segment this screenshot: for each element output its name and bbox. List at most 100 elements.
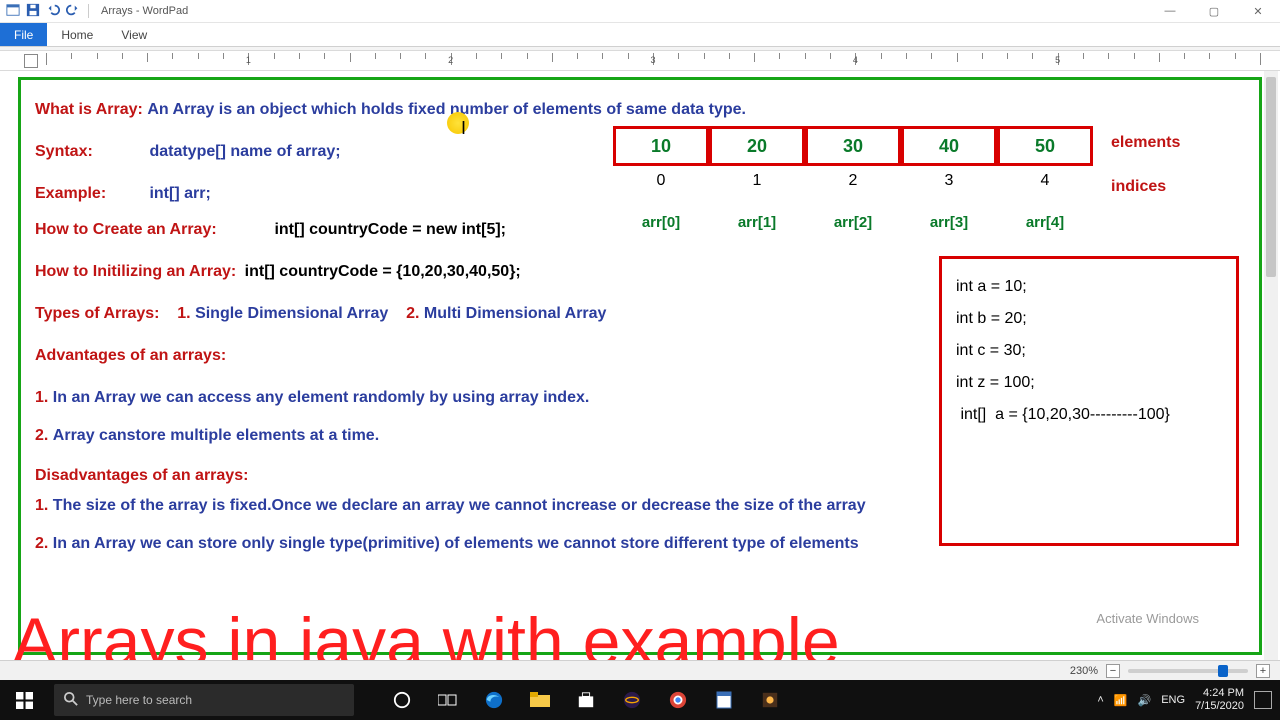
label-what-is-array: What is Array: [35, 101, 143, 118]
tab-home[interactable]: Home [47, 23, 107, 46]
label-create-array: How to Create an Array: [35, 218, 270, 242]
tray-clock[interactable]: 4:24 PM 7/15/2020 [1195, 687, 1244, 712]
label-example: Example: [35, 182, 145, 206]
zoom-out-button[interactable]: − [1106, 664, 1120, 678]
cortana-icon[interactable] [380, 680, 424, 720]
types-1-num: 1. [177, 305, 190, 322]
dis-2-num: 2. [35, 535, 48, 552]
undo-icon[interactable] [46, 3, 60, 20]
wordpad-app-icon [6, 3, 20, 20]
file-explorer-icon[interactable] [518, 680, 562, 720]
array-refs-row: arr[0] arr[1] arr[2] arr[3] arr[4] [613, 190, 1233, 231]
tray-time: 4:24 PM [1195, 687, 1244, 700]
array-ref: arr[0] [613, 214, 709, 231]
array-index: 4 [997, 172, 1093, 190]
label-init-array: How to Initilizing an Array: [35, 263, 236, 280]
zoom-in-button[interactable]: + [1256, 664, 1270, 678]
adv-2-num: 2. [35, 427, 48, 444]
array-ref: arr[2] [805, 214, 901, 231]
text-cursor-icon: I [461, 118, 466, 139]
label-types: Types of Arrays: [35, 305, 159, 322]
array-ref: arr[4] [997, 214, 1093, 231]
label-syntax: Syntax: [35, 140, 145, 164]
document-viewport: I What is Array: An Array is an object w… [0, 71, 1280, 661]
text-create-array: int[] countryCode = new int[5]; [274, 221, 506, 238]
array-index: 2 [805, 172, 901, 190]
array-index: 1 [709, 172, 805, 190]
text-example: int[] arr; [149, 185, 210, 202]
adv-2-text: Array canstore multiple elements at a ti… [53, 427, 379, 444]
code-line: int c = 30; [956, 335, 1222, 367]
adv-1-text: In an Array we can access any element ra… [53, 389, 590, 406]
title-bar: Arrays - WordPad — ▢ ✕ [0, 0, 1280, 23]
types-2-num: 2. [406, 305, 419, 322]
types-1-text: Single Dimensional Array [195, 305, 388, 322]
tray-volume-icon[interactable]: 🔊 [1138, 694, 1152, 707]
status-bar: 230% − + [0, 660, 1280, 680]
redo-icon[interactable] [66, 3, 80, 20]
array-diagram: elements indices 10 20 30 40 50 0 1 2 3 … [613, 126, 1233, 231]
array-cell: 20 [709, 126, 805, 166]
minimize-button[interactable]: — [1148, 0, 1192, 23]
taskbar-search[interactable]: Type here to search [54, 684, 354, 716]
chrome-icon[interactable] [656, 680, 700, 720]
app-icon[interactable] [748, 680, 792, 720]
array-index: 3 [901, 172, 997, 190]
array-cell: 50 [997, 126, 1093, 166]
text-init-array: int[] countryCode = {10,20,30,40,50}; [245, 263, 521, 280]
wordpad-taskbar-icon[interactable] [702, 680, 746, 720]
code-line: int[] a = {10,20,30---------100} [956, 399, 1222, 431]
tab-file[interactable]: File [0, 23, 47, 46]
code-line: int z = 100; [956, 367, 1222, 399]
quick-access-toolbar [0, 3, 97, 20]
tab-selector-icon[interactable] [24, 54, 38, 68]
edge-icon[interactable] [472, 680, 516, 720]
dis-1-num: 1. [35, 497, 48, 514]
ruler-row: 12345 [0, 51, 1280, 71]
array-ref: arr[1] [709, 214, 805, 231]
close-button[interactable]: ✕ [1236, 0, 1280, 23]
code-line: int b = 20; [956, 303, 1222, 335]
text-what-is-array: An Array is an object which holds fixed … [147, 101, 746, 118]
array-cell: 10 [613, 126, 709, 166]
system-tray: ˄ 📶 🔊 ENG 4:24 PM 7/15/2020 [1097, 687, 1280, 712]
types-2-text: Multi Dimensional Array [424, 305, 607, 322]
tray-language[interactable]: ENG [1161, 694, 1185, 706]
maximize-button[interactable]: ▢ [1192, 0, 1236, 23]
array-cell: 30 [805, 126, 901, 166]
document-page[interactable]: I What is Array: An Array is an object w… [18, 77, 1262, 655]
task-view-icon[interactable] [426, 680, 470, 720]
label-indices: indices [1111, 178, 1166, 196]
zoom-percent: 230% [1070, 665, 1098, 677]
eclipse-icon[interactable] [610, 680, 654, 720]
adv-1-num: 1. [35, 389, 48, 406]
notifications-icon[interactable] [1254, 691, 1272, 709]
zoom-slider[interactable] [1128, 669, 1248, 673]
vertical-scrollbar[interactable] [1264, 71, 1278, 661]
array-ref: arr[3] [901, 214, 997, 231]
search-icon [64, 692, 78, 709]
window-title: Arrays - WordPad [101, 5, 188, 17]
store-icon[interactable] [564, 680, 608, 720]
search-placeholder: Type here to search [86, 693, 192, 707]
save-icon[interactable] [26, 3, 40, 20]
tray-chevron-up-icon[interactable]: ˄ [1097, 694, 1103, 706]
horizontal-ruler[interactable]: 12345 [46, 53, 1260, 69]
dis-1-text: The size of the array is fixed.Once we d… [53, 497, 866, 514]
scrollbar-thumb[interactable] [1266, 77, 1276, 277]
dis-2-text: In an Array we can store only single typ… [53, 535, 859, 552]
zoom-slider-thumb[interactable] [1218, 665, 1228, 677]
tab-view[interactable]: View [107, 23, 161, 46]
activate-windows-watermark: Activate Windows [1096, 611, 1199, 626]
label-elements: elements [1111, 134, 1180, 152]
ribbon-tabs: File Home View [0, 23, 1280, 47]
code-line: int a = 10; [956, 271, 1222, 303]
taskbar-pinned-apps [380, 680, 792, 720]
array-cell: 40 [901, 126, 997, 166]
start-button[interactable] [0, 680, 48, 720]
array-index: 0 [613, 172, 709, 190]
tray-date: 7/15/2020 [1195, 700, 1244, 713]
windows-taskbar: Type here to search ˄ 📶 🔊 ENG 4:24 PM 7/… [0, 680, 1280, 720]
text-syntax: datatype[] name of array; [149, 143, 340, 160]
tray-network-icon[interactable]: 📶 [1114, 694, 1128, 707]
